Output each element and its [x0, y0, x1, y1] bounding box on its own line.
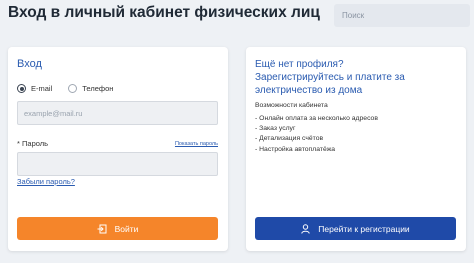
login-button-label: Войти: [114, 223, 139, 234]
search-input[interactable]: Поиск: [334, 4, 470, 27]
register-title-line: Зарегистрируйтесь и платите за: [255, 72, 405, 83]
list-item: - Детализация счётов: [255, 135, 324, 143]
register-title-line: Ещё нет профиля?: [255, 59, 344, 70]
register-button[interactable]: Перейти к регистрации: [255, 217, 456, 240]
login-icon: [97, 224, 107, 233]
login-title: Вход: [17, 58, 42, 70]
forgot-password-link[interactable]: Забыли пароль?: [17, 177, 75, 186]
password-label: * Пароль: [17, 139, 49, 148]
features-list: - Онлайн оплата за несколько адресов - З…: [255, 114, 378, 155]
email-field[interactable]: example@mail.ru: [17, 101, 218, 125]
login-button[interactable]: Войти: [17, 217, 218, 240]
register-title-line: электричество из дома: [255, 85, 363, 96]
list-item: - Настройка автоплатёжа: [255, 145, 336, 153]
list-item: - Онлайн оплата за несколько адресов: [255, 115, 378, 122]
show-password-link[interactable]: Показать пароль: [175, 141, 218, 147]
page-title: Вход в личный кабинет физических лиц: [8, 4, 320, 21]
register-button-label: Перейти к регистрации: [318, 223, 410, 234]
register-card: Ещё нет профиля? Зарегистрируйтесь и пла…: [246, 47, 466, 251]
register-promo-title: Ещё нет профиля? Зарегистрируйтесь и пла…: [255, 58, 455, 97]
email-radio[interactable]: [17, 84, 26, 93]
features-title: Возможности кабинета: [255, 102, 328, 109]
phone-radio[interactable]: [68, 84, 78, 93]
password-field[interactable]: [17, 152, 218, 176]
email-radio-label[interactable]: E-mail: [31, 84, 52, 93]
login-card: Вход E-mail Телефон example@mail.ru * Па…: [8, 47, 228, 251]
phone-radio-label[interactable]: Телефон: [82, 84, 113, 93]
user-icon: [301, 223, 310, 234]
list-item: - Заказ услуг: [255, 125, 296, 133]
login-method-group: E-mail Телефон: [17, 84, 129, 93]
